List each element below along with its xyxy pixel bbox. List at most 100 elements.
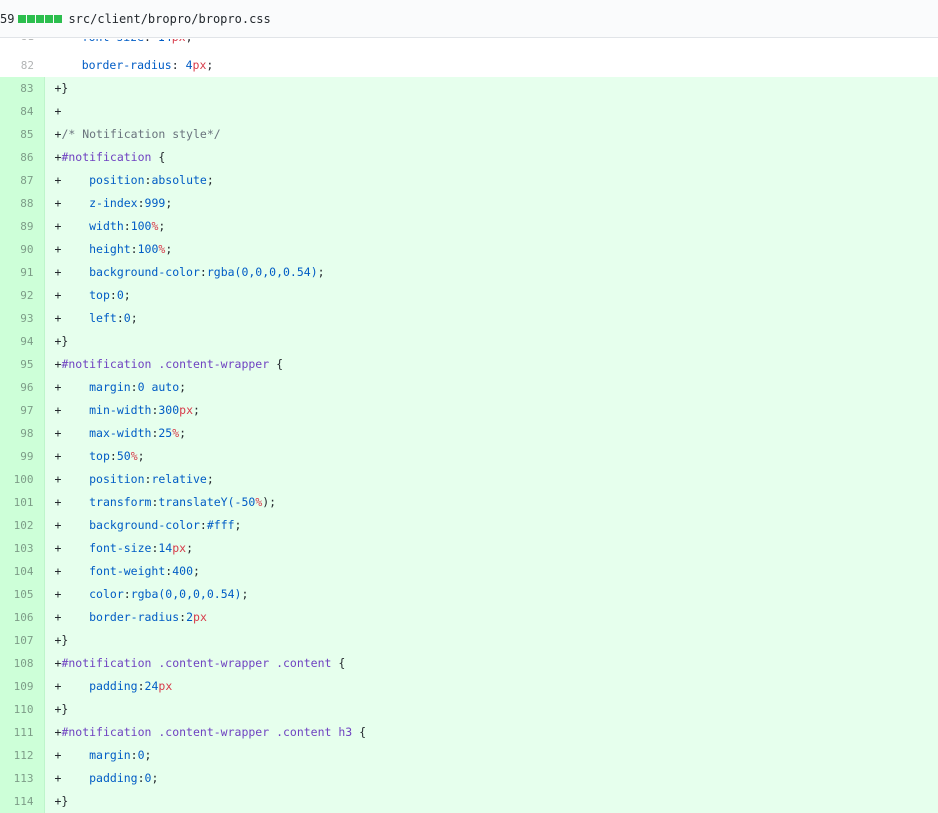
line-number-label: 99 xyxy=(20,450,34,463)
line-number[interactable]: 108 xyxy=(0,652,45,675)
line-number-label: 83 xyxy=(20,82,34,95)
line-number[interactable]: 112 xyxy=(0,744,45,767)
line-number[interactable]: 93 xyxy=(0,307,45,330)
line-number[interactable]: 88 xyxy=(0,192,45,215)
file-path-link[interactable]: src/client/bropro/bropro.css xyxy=(68,12,270,26)
line-number[interactable]: 100 xyxy=(0,468,45,491)
line-number[interactable]: 82 xyxy=(0,54,44,77)
line-number[interactable]: 107 xyxy=(0,629,45,652)
line-number[interactable]: 89 xyxy=(0,215,45,238)
css-value: 300 xyxy=(158,403,180,417)
line-number-label: 87 xyxy=(20,174,34,187)
css-property: top xyxy=(89,449,110,463)
line-number[interactable]: 97 xyxy=(0,399,45,422)
line-number[interactable]: 111 xyxy=(0,721,45,744)
line-number[interactable]: 98 xyxy=(0,422,45,445)
line-number[interactable]: 81 xyxy=(0,38,44,54)
css-value: 999 xyxy=(144,196,166,210)
css-value: absolute xyxy=(151,173,207,187)
diff-line-added: 109 + padding:24px xyxy=(0,675,938,698)
line-number[interactable]: 105 xyxy=(0,583,45,606)
code-line: +#notification { xyxy=(44,146,938,169)
line-number[interactable]: 113 xyxy=(0,767,45,790)
code-text: + xyxy=(54,380,90,394)
line-number[interactable]: 87 xyxy=(0,169,45,192)
code-text: { xyxy=(151,150,166,164)
code-line: + left:0; xyxy=(44,307,938,330)
code-text: + xyxy=(54,104,62,118)
css-property: top xyxy=(89,288,110,302)
line-number[interactable]: 106 xyxy=(0,606,45,629)
css-value: 0 xyxy=(144,771,152,785)
diff-line-added: 106 + border-radius:2px xyxy=(0,606,938,629)
line-number[interactable]: 99 xyxy=(0,445,45,468)
css-property: font-size xyxy=(89,541,152,555)
line-number[interactable]: 110 xyxy=(0,698,45,721)
diff-line-context: 82 border-radius: 4px; xyxy=(0,54,938,77)
css-property: border-radius xyxy=(81,58,172,72)
code-line: + position:absolute; xyxy=(44,169,938,192)
code-text: + xyxy=(54,403,90,417)
line-number[interactable]: 90 xyxy=(0,238,45,261)
code-text: { xyxy=(269,357,284,371)
line-number[interactable]: 109 xyxy=(0,675,45,698)
line-number-label: 93 xyxy=(20,312,34,325)
code-line: + height:100%; xyxy=(44,238,938,261)
code-line: + top:0; xyxy=(44,284,938,307)
line-number-label: 95 xyxy=(20,358,34,371)
line-number[interactable]: 102 xyxy=(0,514,45,537)
line-number-label: 96 xyxy=(20,381,34,394)
css-unit: % xyxy=(130,449,138,463)
css-comment: /* Notification style*/ xyxy=(61,127,221,141)
code-text: { xyxy=(331,656,346,670)
line-number[interactable]: 84 xyxy=(0,100,45,123)
line-number[interactable]: 85 xyxy=(0,123,45,146)
line-number[interactable]: 95 xyxy=(0,353,45,376)
line-number[interactable]: 103 xyxy=(0,537,45,560)
code-text: ; xyxy=(137,449,145,463)
code-text: ; xyxy=(193,403,200,417)
line-number-label: 88 xyxy=(20,197,34,210)
line-number[interactable]: 104 xyxy=(0,560,45,583)
code-text: + xyxy=(54,748,90,762)
diff-line-added: 97 + min-width:300px; xyxy=(0,399,938,422)
css-unit: px xyxy=(193,610,207,624)
diff-change-count: 59 xyxy=(0,11,15,26)
code-text: + xyxy=(54,311,90,325)
line-number-label: 110 xyxy=(13,703,34,716)
diffstat-block xyxy=(27,14,36,23)
code-text: + xyxy=(54,288,90,302)
code-text: ); xyxy=(262,495,277,509)
line-number[interactable]: 92 xyxy=(0,284,45,307)
code-text: + xyxy=(54,219,90,233)
line-number-label: 100 xyxy=(13,473,34,486)
line-number[interactable]: 96 xyxy=(0,376,45,399)
line-number[interactable]: 83 xyxy=(0,77,45,100)
line-number[interactable]: 86 xyxy=(0,146,45,169)
code-text: ; xyxy=(186,39,193,44)
css-property: padding xyxy=(89,679,138,693)
code-line: + font-size:14px; xyxy=(44,537,938,560)
css-value: 14 xyxy=(158,39,172,44)
css-property: margin xyxy=(89,748,131,762)
code-text: + xyxy=(54,771,90,785)
diff-line-added: 85 +/* Notification style*/ xyxy=(0,123,938,146)
diff-line-added: 87 + position:absolute; xyxy=(0,169,938,192)
code-text: + xyxy=(54,242,90,256)
line-number[interactable]: 94 xyxy=(0,330,45,353)
line-number-label: 82 xyxy=(20,59,34,72)
line-number[interactable]: 91 xyxy=(0,261,45,284)
css-unit: px xyxy=(158,679,173,693)
line-number-label: 113 xyxy=(13,772,34,785)
line-number[interactable]: 114 xyxy=(0,790,45,813)
css-property: max-width xyxy=(89,426,152,440)
code-text: : xyxy=(137,771,145,785)
diff-table: 81 font-size: 14px;82 border-radius: 4px… xyxy=(0,38,938,813)
code-line: + z-index:999; xyxy=(44,192,938,215)
code-text: + xyxy=(54,472,90,486)
code-text: : xyxy=(130,748,138,762)
line-number-label: 94 xyxy=(20,335,34,348)
line-number[interactable]: 101 xyxy=(0,491,45,514)
code-text: ; xyxy=(206,58,214,72)
